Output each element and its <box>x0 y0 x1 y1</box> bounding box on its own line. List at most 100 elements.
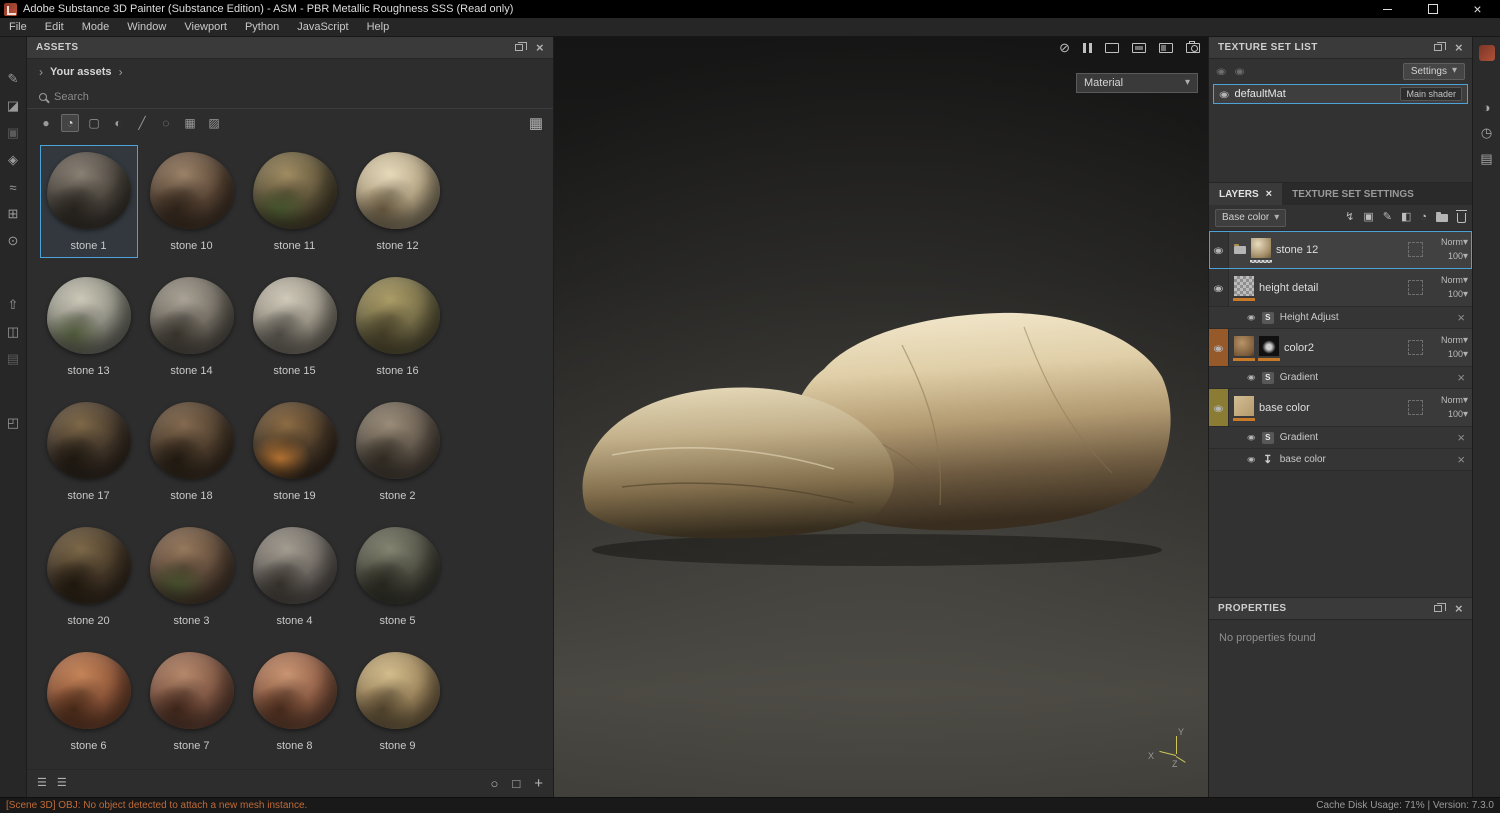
minimize-button[interactable] <box>1365 0 1410 18</box>
asset-list-view-icon[interactable] <box>37 778 47 789</box>
display-settings-icon[interactable]: ◑ <box>1479 99 1495 115</box>
layer-thumbnail[interactable] <box>1251 238 1271 258</box>
viewport-3d[interactable]: Material <box>554 37 1208 797</box>
opacity-dropdown[interactable]: 100 <box>1448 251 1468 262</box>
menu-item-edit[interactable]: Edit <box>36 18 73 36</box>
filter-particles-icon[interactable]: ◌ <box>157 114 175 132</box>
filter-alphas-icon[interactable]: ▢ <box>85 114 103 132</box>
viewport-shading-dropdown[interactable]: Material <box>1076 73 1198 93</box>
mask-slot[interactable] <box>1408 242 1423 257</box>
filter-materials-icon[interactable]: ◔ <box>61 114 79 132</box>
show-all-icon[interactable] <box>1216 67 1226 76</box>
blend-mode-dropdown[interactable]: Norm <box>1441 335 1468 346</box>
asset-item-stone-14[interactable]: stone 14 <box>143 270 241 383</box>
texture-set-item-defaultmat[interactable]: defaultMat Main shader <box>1213 84 1468 104</box>
layer-mask-thumbnail[interactable] <box>1259 336 1279 356</box>
add-smart-material-icon[interactable]: ◔ <box>1420 212 1427 223</box>
tab-layers[interactable]: LAYERS <box>1209 183 1282 205</box>
projection-tool-icon[interactable]: ▣ <box>5 125 22 141</box>
menu-item-window[interactable]: Window <box>118 18 175 36</box>
assets-dock-icon[interactable] <box>1479 45 1495 61</box>
layer-name[interactable]: base color <box>1259 402 1403 414</box>
close-panel-icon[interactable] <box>1455 602 1463 615</box>
asset-item-stone-8[interactable]: stone 8 <box>246 645 344 758</box>
asset-item-stone-15[interactable]: stone 15 <box>246 270 344 383</box>
grid-view-icon[interactable]: ▦ <box>529 116 543 131</box>
material-picker-tool-icon[interactable]: ⊙ <box>5 233 22 249</box>
asset-item-stone-20[interactable]: stone 20 <box>40 520 138 633</box>
maximize-button[interactable] <box>1410 0 1455 18</box>
remove-effect-button[interactable] <box>1457 371 1465 384</box>
menu-item-javascript[interactable]: JavaScript <box>288 18 357 36</box>
effect-name[interactable]: Gradient <box>1280 432 1318 443</box>
effect-row-height-adjust[interactable]: Height Adjust <box>1209 307 1472 329</box>
layer-name[interactable]: stone 12 <box>1276 244 1403 256</box>
layer-row-stone-12[interactable]: stone 12 Norm 100 <box>1209 231 1472 269</box>
hide-ui-icon[interactable] <box>1059 41 1070 54</box>
add-fill-layer-icon[interactable]: ◧ <box>1401 212 1411 223</box>
breadcrumb-your-assets[interactable]: Your assets <box>50 66 112 78</box>
layer-thumbnail[interactable] <box>1234 276 1254 296</box>
layer-thumbnail[interactable] <box>1234 336 1254 356</box>
blend-mode-dropdown[interactable]: Norm <box>1441 275 1468 286</box>
filter-environments-icon[interactable]: ▦ <box>181 114 199 132</box>
add-paint-layer-icon[interactable]: ✎ <box>1383 212 1392 223</box>
mask-slot[interactable] <box>1408 340 1423 355</box>
layer-visibility-toggle[interactable] <box>1209 269 1229 306</box>
channel-filter-dropdown[interactable]: Base color <box>1215 209 1286 227</box>
texture-set-visibility-icon[interactable] <box>1219 90 1229 99</box>
asset-item-stone-9[interactable]: stone 9 <box>349 645 447 758</box>
menu-item-python[interactable]: Python <box>236 18 288 36</box>
chevron-right-icon[interactable] <box>39 66 43 78</box>
effect-name[interactable]: Gradient <box>1280 372 1318 383</box>
effect-row-gradient[interactable]: Gradient <box>1209 427 1472 449</box>
asset-item-stone-1[interactable]: stone 1 <box>40 145 138 258</box>
effect-name[interactable]: Height Adjust <box>1280 312 1339 323</box>
close-tab-icon[interactable] <box>1266 189 1272 200</box>
detach-panel-icon[interactable] <box>1434 44 1442 51</box>
asset-item-stone-10[interactable]: stone 10 <box>143 145 241 258</box>
layer-visibility-toggle[interactable] <box>1209 389 1229 426</box>
filter-smart-materials-icon[interactable]: ▨ <box>205 114 223 132</box>
blend-mode-dropdown[interactable]: Norm <box>1441 395 1468 406</box>
remove-effect-button[interactable] <box>1457 431 1465 444</box>
opacity-dropdown[interactable]: 100 <box>1448 409 1468 420</box>
menu-item-file[interactable]: File <box>0 18 36 36</box>
texture-set-tool-icon[interactable]: ◰ <box>5 415 22 431</box>
asset-item-stone-7[interactable]: stone 7 <box>143 645 241 758</box>
remove-effect-button[interactable] <box>1457 311 1465 324</box>
asset-details-view-icon[interactable] <box>57 778 67 789</box>
quick-export-icon[interactable]: ⇧ <box>5 297 22 313</box>
clone-tool-icon[interactable]: ⊞ <box>5 206 22 222</box>
add-effect-icon[interactable]: ↯ <box>1345 212 1354 223</box>
layer-row-color2[interactable]: color2 Norm 100 <box>1209 329 1472 367</box>
asset-item-stone-4[interactable]: stone 4 <box>246 520 344 633</box>
filter-textures-icon[interactable]: ◐ <box>109 114 127 132</box>
effect-row-base-color[interactable]: base color <box>1209 449 1472 471</box>
material-view-icon[interactable] <box>1132 43 1146 53</box>
add-group-icon[interactable] <box>1436 214 1448 222</box>
asset-item-stone-17[interactable]: stone 17 <box>40 395 138 508</box>
asset-item-stone-11[interactable]: stone 11 <box>246 145 344 258</box>
mask-slot[interactable] <box>1408 400 1423 415</box>
layer-visibility-toggle[interactable] <box>1209 231 1229 268</box>
filter-all-icon[interactable]: ● <box>37 114 55 132</box>
asset-item-stone-12[interactable]: stone 12 <box>349 145 447 258</box>
sphere-preview-icon[interactable] <box>491 777 499 790</box>
layer-thumbnail[interactable] <box>1234 396 1254 416</box>
opacity-dropdown[interactable]: 100 <box>1448 289 1468 300</box>
menu-item-mode[interactable]: Mode <box>73 18 119 36</box>
camera-settings-icon[interactable] <box>1186 43 1200 53</box>
smudge-tool-icon[interactable]: ≈ <box>5 179 22 195</box>
import-resources-button[interactable] <box>534 776 543 791</box>
layer-visibility-toggle[interactable] <box>1209 329 1229 366</box>
remove-effect-button[interactable] <box>1457 453 1465 466</box>
asset-item-stone-5[interactable]: stone 5 <box>349 520 447 633</box>
layer-row-base-color[interactable]: base color Norm 100 <box>1209 389 1472 427</box>
blend-mode-dropdown[interactable]: Norm <box>1441 237 1468 248</box>
effect-visibility-toggle[interactable] <box>1247 314 1256 321</box>
filter-brushes-icon[interactable]: ╱ <box>133 114 151 132</box>
chevron-right-icon[interactable] <box>119 66 123 78</box>
close-panel-icon[interactable] <box>1455 41 1463 54</box>
history-icon[interactable]: ◷ <box>1479 125 1495 141</box>
